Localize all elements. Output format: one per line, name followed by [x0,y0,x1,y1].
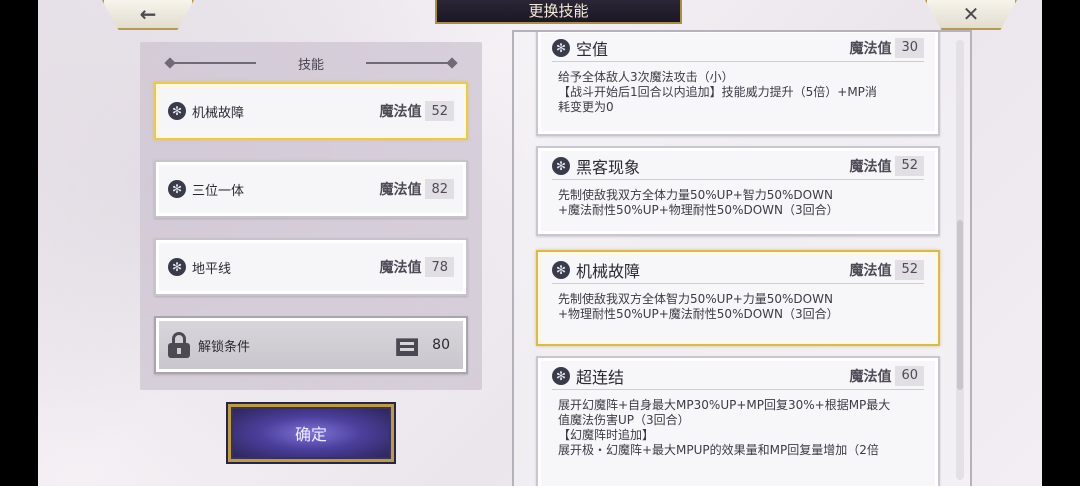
slot-skill-name: 机械故障 [192,105,245,121]
skill-name: 超连结 [576,367,625,387]
mp-label: 魔法值 [379,104,422,120]
confirm-button[interactable]: 确定 [228,404,394,462]
panel-title: 技能 [297,58,324,73]
card-header: ✻ 超连结 魔法值 60 [552,365,924,390]
skill-name: 空值 [576,39,609,59]
skill-icon: ✻ [552,156,570,175]
skill-name: 黑客现象 [576,157,641,177]
mp-value: 82 [425,179,454,199]
close-button[interactable]: ✕ [925,0,1017,30]
skill-description: 先制使敌我双方全体智力50%UP+力量50%DOWN +物理耐性50%UP+魔法… [558,292,839,321]
mp-label: 魔法值 [379,182,422,198]
header-ornament-right [366,62,456,64]
scroll-thumb[interactable] [957,220,963,390]
skill-card-null[interactable]: ✻ 空值 魔法值 30 给予全体敌人3次魔法攻击（小） 【战斗开始后1回合以内追… [536,32,940,136]
mp-label: 魔法值 [849,158,892,175]
back-button[interactable]: ← [102,0,194,30]
mp-value: 52 [425,101,454,121]
card-header: ✻ 机械故障 魔法值 52 [552,259,924,284]
padlock-icon [168,332,190,358]
skill-icon: ✻ [168,180,186,198]
skill-card-hacker[interactable]: ✻ 黑客现象 魔法值 52 先制使敌我双方全体力量50%UP+智力50%DOWN… [536,146,940,236]
skill-name: 机械故障 [576,261,641,281]
scrollbar[interactable] [956,40,964,480]
card-header: ✻ 空值 魔法值 30 [552,37,924,62]
skill-description: 展开幻魔阵+自身最大MP30%UP+MP回复30%+根据MP最大 值魔法伤害UP… [558,398,891,457]
skill-change-screen: ← 更换技能 ✕ 技能 ✻ 机械故障 魔法值 52 ✻ 三位一体 魔法值 82 … [38,0,1042,486]
equipped-skills-panel: 技能 ✻ 机械故障 魔法值 52 ✻ 三位一体 魔法值 82 ✻ 地平线 魔法值… [140,42,482,390]
skill-icon: ✻ [552,38,570,57]
card-stack-icon [396,338,419,356]
mp-value: 60 [895,365,924,386]
mp-value: 78 [425,257,454,277]
mp-label: 魔法值 [379,260,422,276]
unlock-cost-value: 80 [432,337,450,353]
skill-slot-3[interactable]: ✻ 地平线 魔法值 78 [154,238,468,296]
mp-value: 52 [895,155,924,176]
skill-icon: ✻ [168,258,186,276]
slot-skill-name: 三位一体 [192,183,245,199]
skill-description: 给予全体敌人3次魔法攻击（小） 【战斗开始后1回合以内追加】技能威力提升（5倍）… [558,70,877,114]
card-header: ✻ 黑客现象 魔法值 52 [552,155,924,180]
locked-skill-slot[interactable]: 解锁条件 80 [154,316,468,374]
skill-card-malfunction[interactable]: ✻ 机械故障 魔法值 52 先制使敌我双方全体智力50%UP+力量50%DOWN… [536,250,940,346]
mp-value: 52 [895,259,924,280]
mp-label: 魔法值 [849,40,892,57]
skill-card-hyperlink[interactable]: ✻ 超连结 魔法值 60 展开幻魔阵+自身最大MP30%UP+MP回复30%+根… [536,356,940,486]
panel-header: 技能 [140,54,482,73]
skill-slot-2[interactable]: ✻ 三位一体 魔法值 82 [154,160,468,218]
slot-skill-name: 地平线 [192,261,232,277]
header-ornament-left [166,62,256,64]
back-arrow-icon: ← [139,2,157,26]
skill-icon: ✻ [552,260,570,279]
skill-slot-1[interactable]: ✻ 机械故障 魔法值 52 [154,82,468,140]
close-icon: ✕ [962,2,980,26]
skill-icon: ✻ [168,102,186,120]
skill-list[interactable]: ✻ 空值 魔法值 30 给予全体敌人3次魔法攻击（小） 【战斗开始后1回合以内追… [512,30,972,486]
mp-value: 30 [895,37,924,58]
mp-label: 魔法值 [849,262,892,279]
skill-description: 先制使敌我双方全体力量50%UP+智力50%DOWN +魔法耐性50%UP+物理… [558,188,839,217]
skill-icon: ✻ [552,366,570,385]
mp-label: 魔法值 [849,368,892,385]
unlock-condition-label: 解锁条件 [198,339,251,355]
page-title: 更换技能 [435,0,682,24]
